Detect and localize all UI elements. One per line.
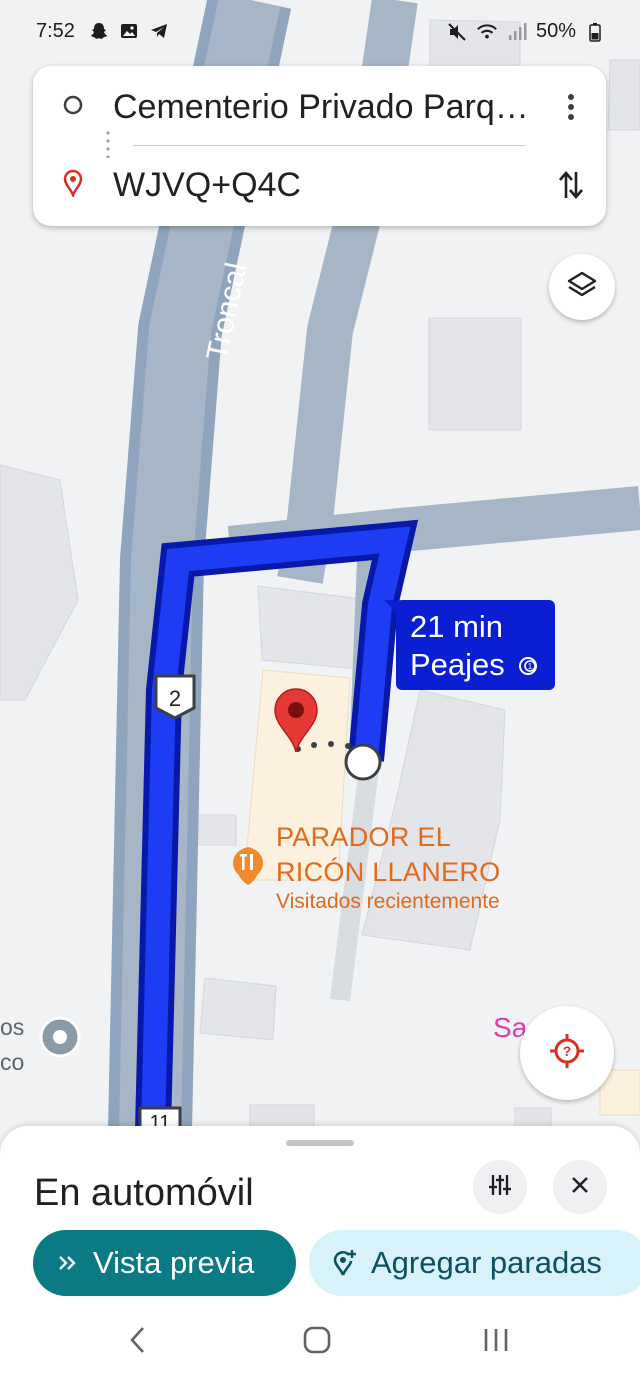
eta-note: Peajes xyxy=(410,647,505,682)
travel-mode-title: En automóvil xyxy=(34,1172,254,1214)
route-card-divider xyxy=(133,145,526,146)
add-stops-button[interactable]: Agregar paradas xyxy=(309,1230,640,1296)
battery-icon xyxy=(584,21,606,43)
preview-button[interactable]: Vista previa xyxy=(33,1230,296,1296)
layers-icon xyxy=(566,269,598,306)
location-icon xyxy=(62,169,84,202)
building xyxy=(428,317,522,431)
signal-icon xyxy=(506,21,528,43)
building xyxy=(607,59,640,131)
system-nav-bar xyxy=(0,1314,640,1387)
preview-button-label: Vista previa xyxy=(93,1245,255,1280)
back-button[interactable] xyxy=(108,1322,168,1362)
route-card: Cementerio Privado Parqu... WJVQ+Q4C xyxy=(33,66,606,226)
layers-button[interactable] xyxy=(549,254,615,320)
poi-name-line2: RICÓN LLANERO xyxy=(276,857,501,887)
home-icon xyxy=(302,1325,332,1360)
recents-button[interactable] xyxy=(466,1322,526,1362)
route-options-button[interactable] xyxy=(473,1160,527,1214)
edge-place-label-line1: os xyxy=(0,1014,25,1040)
add-stops-button-label: Agregar paradas xyxy=(371,1245,602,1280)
crosshair-question-icon: ? xyxy=(547,1031,587,1076)
back-icon xyxy=(128,1325,148,1360)
svg-text:?: ? xyxy=(563,1043,572,1059)
poi-name-line1: PARADOR EL xyxy=(276,822,452,852)
sheet-drag-handle[interactable] xyxy=(286,1140,354,1146)
origin-field[interactable]: Cementerio Privado Parqu... xyxy=(113,88,538,127)
home-button[interactable] xyxy=(287,1322,347,1362)
mute-icon xyxy=(446,21,468,43)
route-shield-2: 2 xyxy=(154,674,196,720)
eta-label[interactable]: 21 min Peajes 1 xyxy=(384,600,555,690)
more-vert-icon[interactable] xyxy=(556,87,586,127)
edge-place-label-line2: co xyxy=(0,1049,25,1075)
recents-icon xyxy=(482,1326,510,1359)
chevrons-right-icon xyxy=(57,1252,79,1274)
battery-percent: 50% xyxy=(535,20,576,42)
origin-row[interactable]: Cementerio Privado Parqu... xyxy=(33,72,606,142)
status-bar: 7:52 50% xyxy=(0,0,640,66)
place-marker-icon[interactable] xyxy=(39,1016,81,1058)
route-start-point xyxy=(344,743,382,781)
status-time: 7:52 xyxy=(36,20,75,42)
svg-text:2: 2 xyxy=(169,686,181,711)
eta-time: 21 min xyxy=(410,609,504,644)
building xyxy=(199,977,277,1041)
add-location-icon xyxy=(331,1249,357,1277)
edge-place-label[interactable]: os co xyxy=(0,1010,24,1080)
poi-subtitle: Visitados recientemente xyxy=(276,890,500,913)
my-location-button[interactable]: ? xyxy=(520,1006,614,1100)
gallery-icon xyxy=(118,20,140,42)
close-button[interactable] xyxy=(553,1160,607,1214)
destination-field[interactable]: WJVQ+Q4C xyxy=(113,166,538,205)
telegram-icon xyxy=(148,20,170,42)
poi-name[interactable]: PARADOR EL RICÓN LLANERO xyxy=(276,820,500,890)
destination-row[interactable]: WJVQ+Q4C xyxy=(33,150,606,220)
wifi-icon xyxy=(476,21,498,43)
building xyxy=(514,1107,552,1129)
snapchat-icon xyxy=(88,20,110,42)
toll-icon: 1 xyxy=(517,648,539,686)
origin-circle-icon xyxy=(62,94,84,121)
close-icon xyxy=(570,1175,590,1200)
tune-icon xyxy=(487,1172,513,1203)
svg-text:1: 1 xyxy=(528,662,533,671)
swap-icon[interactable] xyxy=(556,165,586,205)
